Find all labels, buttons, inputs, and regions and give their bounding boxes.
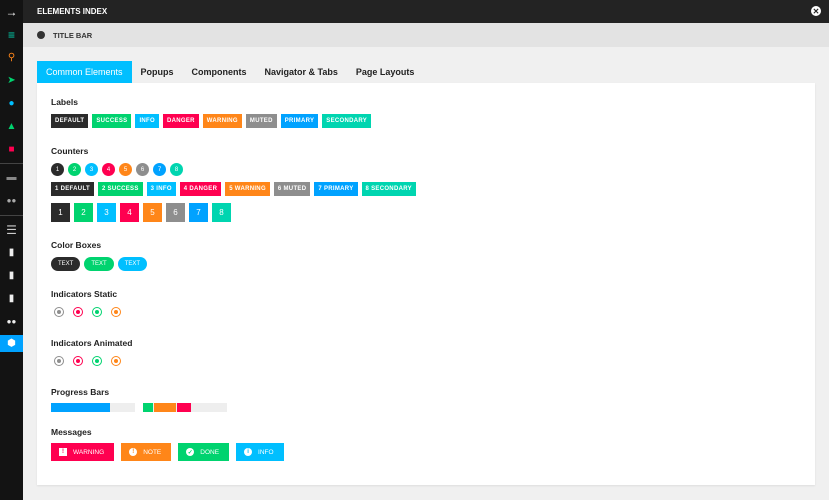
glasses-icon[interactable]: ●● [0,191,23,211]
section-title: Progress Bars [51,387,110,397]
cube-icon[interactable]: ⬢ [0,335,23,352]
file-icon[interactable]: ▮ [0,266,23,286]
counter-circle-success: 2 [68,163,81,176]
section-title: Labels [51,97,78,107]
counter-square-info: 3 [97,203,116,222]
indicator-muted [54,307,64,317]
section-title: Indicators Static [51,289,118,299]
message-info: i INFO [236,443,284,461]
label-info: INFO [135,114,159,128]
indicator-warning [111,307,121,317]
list-icon[interactable]: ☰ [0,220,23,240]
indicator-success [92,356,102,366]
title-bar-label: TITLE BAR [53,30,93,40]
title-bar: TITLE BAR [23,23,829,47]
counter-label-warning: 5 WARNING [225,182,270,196]
color-box-info: TEXT [117,257,148,271]
label-default: DEFAULT [51,114,89,128]
label-warning: WARNING [202,114,242,128]
counter-circle-muted: 6 [136,163,149,176]
warning-icon: ! [59,448,67,456]
exit-icon[interactable]: ■ [0,140,23,160]
label-success: SUCCESS [92,114,132,128]
counter-label-info: 3 INFO [146,182,176,196]
counter-circle-secondary: 8 [170,163,183,176]
counter-label-muted: 6 MUTED [273,182,311,196]
counter-label-secondary: 8 SECONDARY [361,182,416,196]
indicator-warning [111,356,121,366]
label-secondary: SECONDARY [322,114,372,128]
app-title: ELEMENTS INDEX [37,7,108,16]
bell-icon[interactable]: ▲ [0,117,23,137]
menu-icon[interactable]: ≡ [0,25,23,45]
counter-label-success: 2 SUCCESS [97,182,143,196]
counter-square-success: 2 [74,203,93,222]
app-header: ELEMENTS INDEX ✕ [23,0,829,23]
message-text: NOTE [143,448,162,456]
indicator-danger [73,356,83,366]
progress-bar [51,403,135,412]
section-title: Color Boxes [51,240,102,250]
message-done: ✓ DONE [178,443,230,461]
navigation-icon[interactable]: ➤ [0,71,23,91]
close-icon[interactable]: ✕ [811,6,821,16]
note-icon: ! [129,448,138,456]
section-title: Messages [51,427,92,437]
stacked-progress-bar [143,403,227,412]
message-note: ! NOTE [121,443,172,461]
progress-fill [51,403,110,412]
progress-segment-danger [176,403,192,412]
tab-components[interactable]: Components [183,61,256,83]
monitor-icon[interactable]: ▬ [0,168,23,188]
counter-circle-info: 3 [85,163,98,176]
section-title: Counters [51,146,89,156]
color-box-success: TEXT [84,257,114,271]
content-card: Labels DEFAULT SUCCESS INFO DANGER WARNING MU… [37,83,815,485]
file-icon[interactable]: ▮ [0,243,23,263]
tab-bar: Common Elements Popups Components Naviga… [37,61,423,83]
check-icon: ✓ [186,448,195,456]
indicator-danger [73,307,83,317]
counter-circle-danger: 4 [102,163,115,176]
color-box-default: TEXT [51,257,81,271]
counter-square-warning: 5 [143,203,162,222]
indicator-muted [54,356,64,366]
glasses-icon[interactable]: ●● [0,312,23,332]
counter-square-default: 1 [51,203,70,222]
counter-square-danger: 4 [120,203,139,222]
message-text: INFO [258,448,274,456]
progress-segment-success [143,403,154,412]
divider [0,215,23,216]
sidebar: → ≡ ⚲ ➤ ● ▲ ■ ▬ ●● ☰ ▮ ▮ ▮ ●● ⬢ [0,0,23,500]
counter-square-muted: 6 [166,203,185,222]
label-danger: DANGER [162,114,199,128]
label-muted: MUTED [245,114,277,128]
message-text: WARNING [73,448,105,456]
chat-icon[interactable]: ● [0,94,23,114]
label-primary: PRIMARY [280,114,319,128]
counter-circle-warning: 5 [119,163,132,176]
tab-common-elements[interactable]: Common Elements [37,61,132,83]
counter-square-secondary: 8 [212,203,231,222]
gear-icon [37,31,45,39]
indicator-success [92,307,102,317]
message-text: DONE [200,448,220,456]
file-icon[interactable]: ▮ [0,289,23,309]
tab-page-layouts[interactable]: Page Layouts [347,61,424,83]
counter-circle-default: 1 [51,163,64,176]
counter-circle-primary: 7 [153,163,166,176]
counter-label-primary: 7 PRIMARY [314,182,358,196]
counter-label-danger: 4 DANGER [179,182,222,196]
divider [0,163,23,164]
search-icon[interactable]: ⚲ [0,48,23,68]
tab-navigator-tabs[interactable]: Navigator & Tabs [256,61,347,83]
section-title: Indicators Animated [51,338,133,348]
counter-square-primary: 7 [189,203,208,222]
tab-popups[interactable]: Popups [132,61,183,83]
info-icon: i [244,448,253,456]
counter-label-default: 1 DEFAULT [51,182,94,196]
arrow-right-icon[interactable]: → [0,2,23,22]
progress-segment-warning [154,403,176,412]
message-warning: ! WARNING [51,443,115,461]
